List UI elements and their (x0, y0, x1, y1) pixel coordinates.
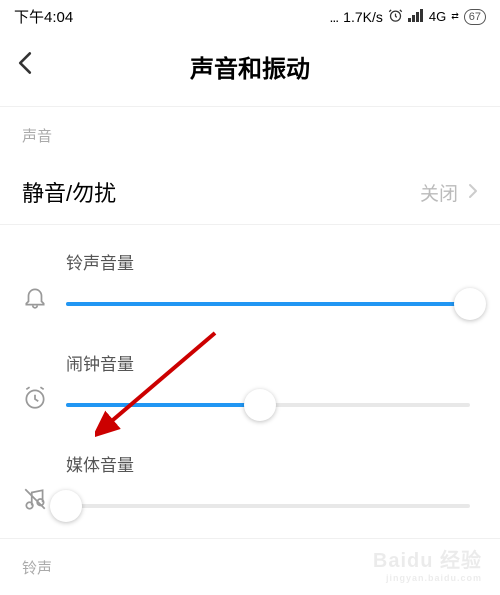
net-speed: 1.7K/s (343, 9, 383, 25)
page-header: 声音和振动 (0, 31, 500, 107)
signal-dots-icon: ... (329, 9, 338, 25)
silent-dnd-value: 关闭 (420, 179, 478, 206)
ringtone-slider-thumb[interactable] (454, 288, 486, 320)
clock-icon (22, 385, 48, 411)
status-indicators: ... 1.7K/s 4G ⇄ 67 (329, 8, 486, 26)
media-volume-row: 媒体音量 (0, 427, 500, 528)
volume-sliders-group: 铃声音量 闹钟音量 媒体音量 (0, 225, 500, 539)
silent-dnd-label: 静音/勿扰 (22, 176, 116, 208)
alarm-slider-thumb[interactable] (244, 389, 276, 421)
alarm-volume-slider[interactable] (66, 389, 470, 421)
chevron-right-icon (468, 179, 478, 205)
music-mute-icon (22, 486, 48, 512)
section-sound-label: 声音 (0, 107, 500, 160)
media-volume-label: 媒体音量 (66, 451, 470, 476)
bell-icon (22, 284, 48, 310)
status-bar: 下午4:04 ... 1.7K/s 4G ⇄ 67 (0, 0, 500, 31)
network-type: 4G (429, 9, 446, 24)
battery-indicator: 67 (464, 9, 486, 25)
ringtone-volume-row: 铃声音量 (0, 225, 500, 326)
status-time: 下午4:04 (14, 6, 73, 27)
page-title: 声音和振动 (16, 49, 484, 84)
alarm-volume-label: 闹钟音量 (66, 350, 470, 375)
silent-dnd-row[interactable]: 静音/勿扰 关闭 (0, 160, 500, 225)
alarm-volume-row: 闹钟音量 (0, 326, 500, 427)
volte-icon: ⇄ (451, 11, 459, 22)
signal-bars-icon (408, 8, 424, 25)
ringtone-volume-label: 铃声音量 (66, 249, 470, 274)
watermark: Baidu 经验 jingyan.baidu.com (373, 544, 482, 583)
ringtone-volume-slider[interactable] (66, 288, 470, 320)
silent-dnd-value-text: 关闭 (420, 179, 458, 206)
alarm-icon (388, 8, 403, 26)
media-volume-slider[interactable] (66, 490, 470, 522)
media-slider-thumb[interactable] (50, 490, 82, 522)
